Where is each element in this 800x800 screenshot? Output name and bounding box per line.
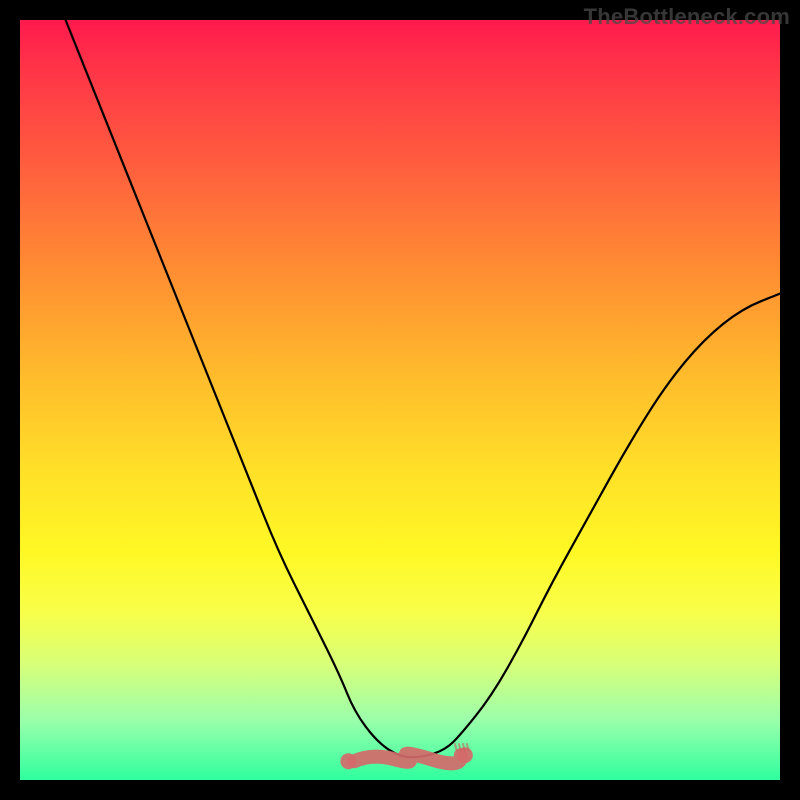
bottleneck-curve [66,20,780,757]
band-endcap [340,753,356,769]
band-tick [455,743,457,751]
chart-svg [20,20,780,780]
minimum-band [354,754,461,764]
chart-plot-area [20,20,780,780]
